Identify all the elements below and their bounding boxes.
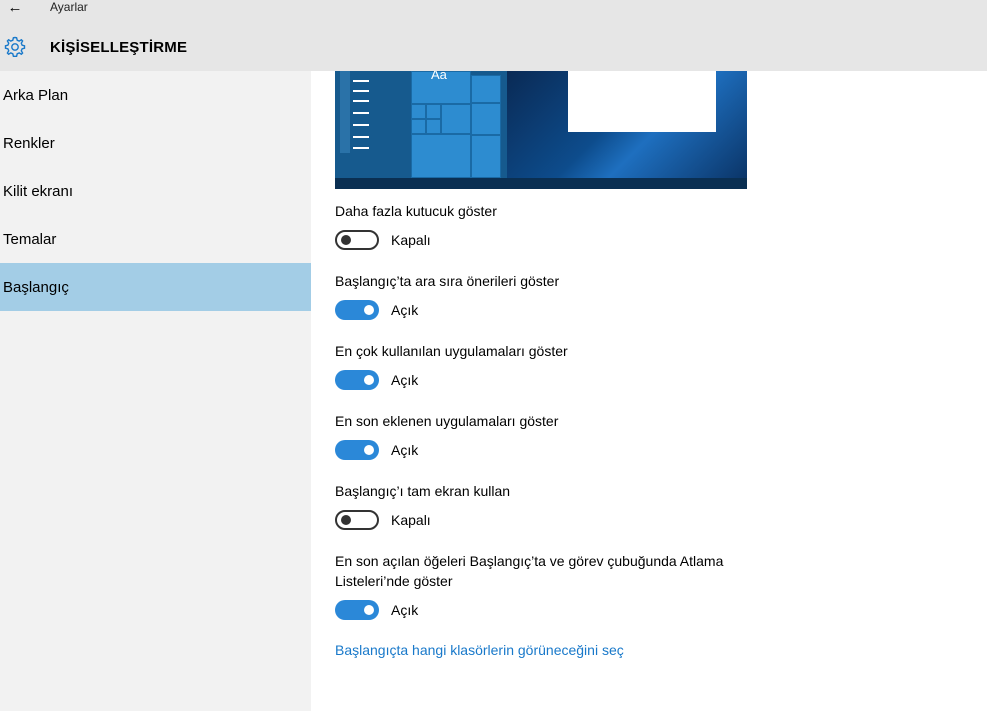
toggle-switch[interactable] — [335, 230, 379, 250]
toggle-knob — [341, 235, 351, 245]
sidebar-item-temalar[interactable]: Temalar — [0, 215, 311, 263]
toggle-switch[interactable] — [335, 300, 379, 320]
setting-label: En son eklenen uygulamaları göster — [335, 413, 559, 429]
sidebar-item-label: Temalar — [3, 230, 57, 248]
sidebar: Arka Plan Renkler Kilit ekranı Temalar B… — [0, 71, 311, 711]
preview-menu-line — [353, 136, 369, 138]
toggle-state-text: Kapalı — [391, 512, 431, 528]
app-title: Ayarlar — [50, 0, 88, 14]
start-preview-image: Aa — [335, 71, 747, 189]
setting-label: En son açılan öğeleri Başlangıç’ta ve gö… — [335, 553, 724, 589]
preview-menu-column — [340, 71, 350, 153]
preview-menu-line — [353, 100, 369, 102]
preview-menu-line — [353, 80, 369, 82]
setting-label: Başlangıç’ı tam ekran kullan — [335, 483, 511, 499]
toggle-knob — [364, 445, 374, 455]
toggle-state-text: Açık — [391, 442, 419, 458]
setting-label: Başlangıç’ta ara sıra önerileri göster — [335, 273, 560, 289]
toggle-knob — [364, 605, 374, 615]
preview-tile — [471, 103, 501, 135]
setting-label: Daha fazla kutucuk göster — [335, 203, 497, 219]
toggle-state-text: Açık — [391, 602, 419, 618]
sidebar-item-arka-plan[interactable]: Arka Plan — [0, 71, 311, 119]
toggle-suggestions[interactable]: Açık — [335, 300, 418, 320]
preview-tile — [426, 119, 441, 134]
toggle-switch[interactable] — [335, 370, 379, 390]
sidebar-item-renkler[interactable]: Renkler — [0, 119, 311, 167]
main-content: Aa Daha fazla kutucuk göster Kapalı Başl… — [311, 71, 987, 711]
preview-start-menu: Aa — [335, 71, 507, 178]
choose-folders-link[interactable]: Başlangıçta hangi klasörlerin görüneceği… — [335, 642, 624, 658]
toggle-switch[interactable] — [335, 600, 379, 620]
toggle-knob — [341, 515, 351, 525]
toggle-state-text: Açık — [391, 302, 419, 318]
preview-menu-line — [353, 124, 369, 126]
toggle-most-used[interactable]: Açık — [335, 370, 418, 390]
preview-tile — [441, 104, 471, 134]
back-arrow-icon: ← — [7, 0, 23, 16]
preview-menu-line — [353, 112, 369, 114]
toggle-knob — [364, 375, 374, 385]
preview-tile — [411, 119, 426, 134]
preview-tile — [471, 135, 501, 178]
page-title: KİŞİSELLEŞTİRME — [50, 39, 188, 56]
back-button[interactable]: ← — [4, 0, 26, 16]
toggle-state-text: Açık — [391, 372, 419, 388]
preview-tile — [411, 134, 471, 178]
toggle-switch[interactable] — [335, 510, 379, 530]
sidebar-item-label: Kilit ekranı — [3, 182, 74, 200]
sidebar-item-label: Renkler — [3, 134, 55, 152]
preview-tile — [411, 104, 426, 119]
toggle-knob — [364, 305, 374, 315]
sidebar-item-baslangic[interactable]: Başlangıç — [0, 263, 311, 311]
toggle-full-screen[interactable]: Kapalı — [335, 510, 431, 530]
sidebar-item-label: Arka Plan — [3, 86, 69, 104]
preview-menu-line — [353, 90, 369, 92]
gear-icon — [4, 36, 26, 57]
preview-tile — [426, 104, 441, 119]
toggle-state-text: Kapalı — [391, 232, 431, 248]
toggle-recently-added[interactable]: Açık — [335, 440, 418, 460]
toggle-more-tiles[interactable]: Kapalı — [335, 230, 431, 250]
preview-window — [568, 71, 716, 132]
sidebar-item-kilit-ekrani[interactable]: Kilit ekranı — [0, 167, 311, 215]
preview-menu-line — [353, 147, 369, 149]
setting-label: En çok kullanılan uygulamaları göster — [335, 343, 568, 359]
preview-tile-label: Aa — [431, 71, 447, 82]
toggle-switch[interactable] — [335, 440, 379, 460]
toggle-jump-lists[interactable]: Açık — [335, 600, 418, 620]
preview-taskbar — [335, 178, 747, 189]
preview-tile — [471, 75, 501, 103]
sidebar-item-label: Başlangıç — [3, 278, 69, 296]
title-bar: ← Ayarlar KİŞİSELLEŞTİRME — [0, 0, 987, 71]
